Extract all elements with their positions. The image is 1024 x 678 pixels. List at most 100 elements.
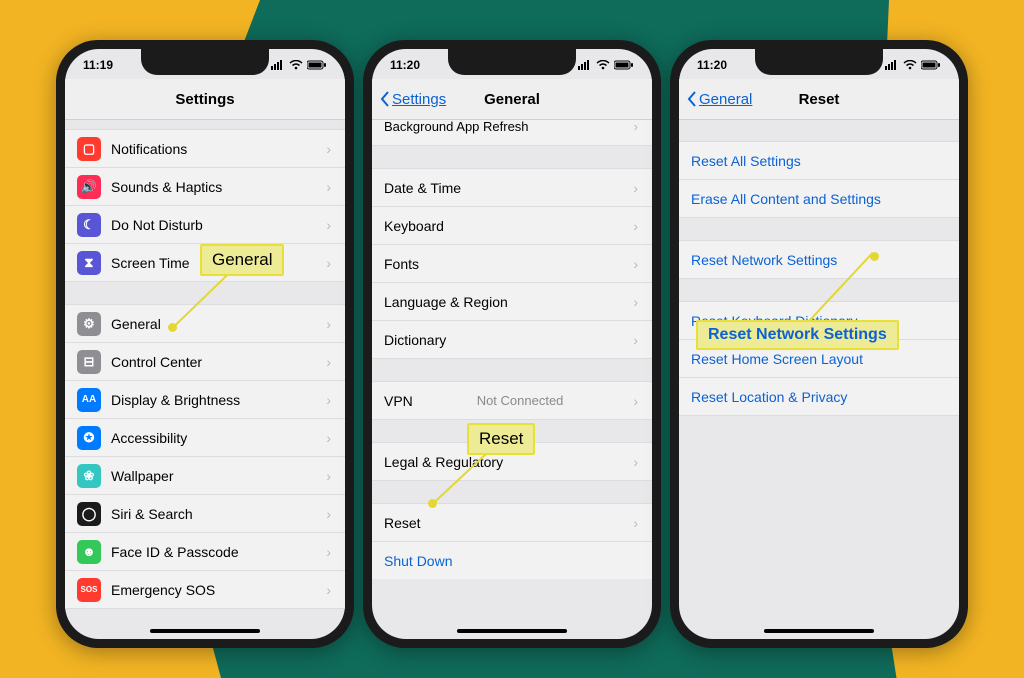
row-label: Dictionary [384,332,446,348]
row-label: Sounds & Haptics [111,179,222,195]
callout-dot [168,323,177,332]
row-fonts[interactable]: Fonts › [372,245,652,283]
row-reset-network[interactable]: Reset Network Settings [679,240,959,279]
row-label: Do Not Disturb [111,217,203,233]
reset-list[interactable]: Reset All Settings Erase All Content and… [679,119,959,633]
chevron-right-icon: › [633,180,638,196]
row-siri[interactable]: ◯ Siri & Search › [65,495,345,533]
row-erase-all[interactable]: Erase All Content and Settings [679,180,959,218]
navbar: Settings General [372,79,652,120]
row-label: Accessibility [111,430,187,446]
back-label: General [699,91,752,108]
row-label: Emergency SOS [111,582,215,598]
row-control-center[interactable]: ⊟ Control Center › [65,343,345,381]
home-indicator[interactable] [764,629,874,633]
row-faceid[interactable]: ☻Face ID & Passcode› [65,533,345,571]
row-date-time[interactable]: Date & Time› [372,168,652,207]
row-display[interactable]: AA Display & Brightness › [65,381,345,419]
chevron-right-icon: › [326,430,331,446]
home-indicator[interactable] [457,629,567,633]
row-label: General [111,316,161,332]
callout-dot [870,252,879,261]
row-label: Reset Home Screen Layout [691,351,863,367]
signal-icon [578,60,592,70]
row-sos[interactable]: SOS Emergency SOS › [65,571,345,609]
callout-reset-network: Reset Network Settings [696,320,899,350]
gear-icon: ⚙ [77,312,101,336]
chevron-right-icon: › [326,316,331,332]
status-time: 11:20 [390,58,420,72]
signal-icon [885,60,899,70]
row-vpn[interactable]: VPNNot Connected› [372,381,652,420]
page-title: Reset [799,91,840,108]
chevron-right-icon: › [326,582,331,598]
wifi-icon [289,60,303,70]
switches-icon: ⊟ [77,350,101,374]
page-title: General [484,91,540,108]
row-label: Reset Location & Privacy [691,389,847,405]
row-sounds[interactable]: 🔊Sounds & Haptics› [65,168,345,206]
back-button[interactable]: Settings [380,91,446,108]
wifi-icon [903,60,917,70]
row-label: Reset Network Settings [691,252,837,268]
back-button[interactable]: General [687,91,752,108]
phone-general: 11:20 Settings General Background App Re… [363,40,661,648]
row-reset-location[interactable]: Reset Location & Privacy [679,378,959,416]
device-notch [448,49,576,75]
wallpaper-icon: ❀ [77,464,101,488]
device-notch [141,49,269,75]
chevron-right-icon: › [326,255,331,271]
row-label: Keyboard [384,218,444,234]
row-shut-down[interactable]: Shut Down [372,542,652,579]
row-reset-all[interactable]: Reset All Settings [679,141,959,180]
chevron-right-icon: › [633,256,638,272]
row-label: Face ID & Passcode [111,544,239,560]
row-dnd[interactable]: ☾ Do Not Disturb › [65,206,345,244]
chevron-right-icon: › [326,506,331,522]
wifi-icon [596,60,610,70]
moon-icon: ☾ [77,213,101,237]
row-label: VPN [384,393,413,409]
row-language[interactable]: Language & Region› [372,283,652,321]
row-keyboard[interactable]: Keyboard › [372,207,652,245]
row-label: Siri & Search [111,506,193,522]
row-reset[interactable]: Reset› [372,503,652,542]
row-accessibility[interactable]: ✪ Accessibility › [65,419,345,457]
navbar: General Reset [679,79,959,120]
row-detail: Not Connected [477,393,570,408]
row-label: Display & Brightness [111,392,240,408]
chevron-right-icon: › [326,354,331,370]
settings-list[interactable]: ▢Notifications› 🔊Sounds & Haptics› ☾Do N… [65,119,345,633]
row-dictionary[interactable]: Dictionary › [372,321,652,359]
row-notifications[interactable]: ▢Notifications› [65,129,345,168]
callout-general: General [200,244,284,276]
battery-icon [307,60,327,70]
sos-icon: SOS [77,578,101,602]
row-label: Background App Refresh [384,119,529,134]
accessibility-icon: ✪ [77,426,101,450]
home-indicator[interactable] [150,629,260,633]
row-general[interactable]: ⚙ General › [65,304,345,343]
chevron-right-icon: › [633,454,638,470]
battery-icon [614,60,634,70]
chevron-right-icon: › [326,179,331,195]
chevron-right-icon: › [326,217,331,233]
chevron-right-icon: › [326,468,331,484]
row-label: Fonts [384,256,419,272]
row-wallpaper[interactable]: ❀ Wallpaper › [65,457,345,495]
chevron-right-icon: › [633,332,638,348]
row-label: Wallpaper [111,468,174,484]
row-background-refresh[interactable]: Background App Refresh› [372,119,652,146]
chevron-right-icon: › [326,141,331,157]
status-time: 11:20 [697,58,727,72]
general-list[interactable]: Background App Refresh› Date & Time› Key… [372,119,652,633]
siri-icon: ◯ [77,502,101,526]
row-label: Control Center [111,354,202,370]
chevron-right-icon: › [326,392,331,408]
display-icon: AA [77,388,101,412]
chevron-right-icon: › [633,218,638,234]
row-label: Notifications [111,141,187,157]
row-label: Reset All Settings [691,153,801,169]
chevron-right-icon: › [633,515,638,531]
chevron-right-icon: › [633,294,638,310]
